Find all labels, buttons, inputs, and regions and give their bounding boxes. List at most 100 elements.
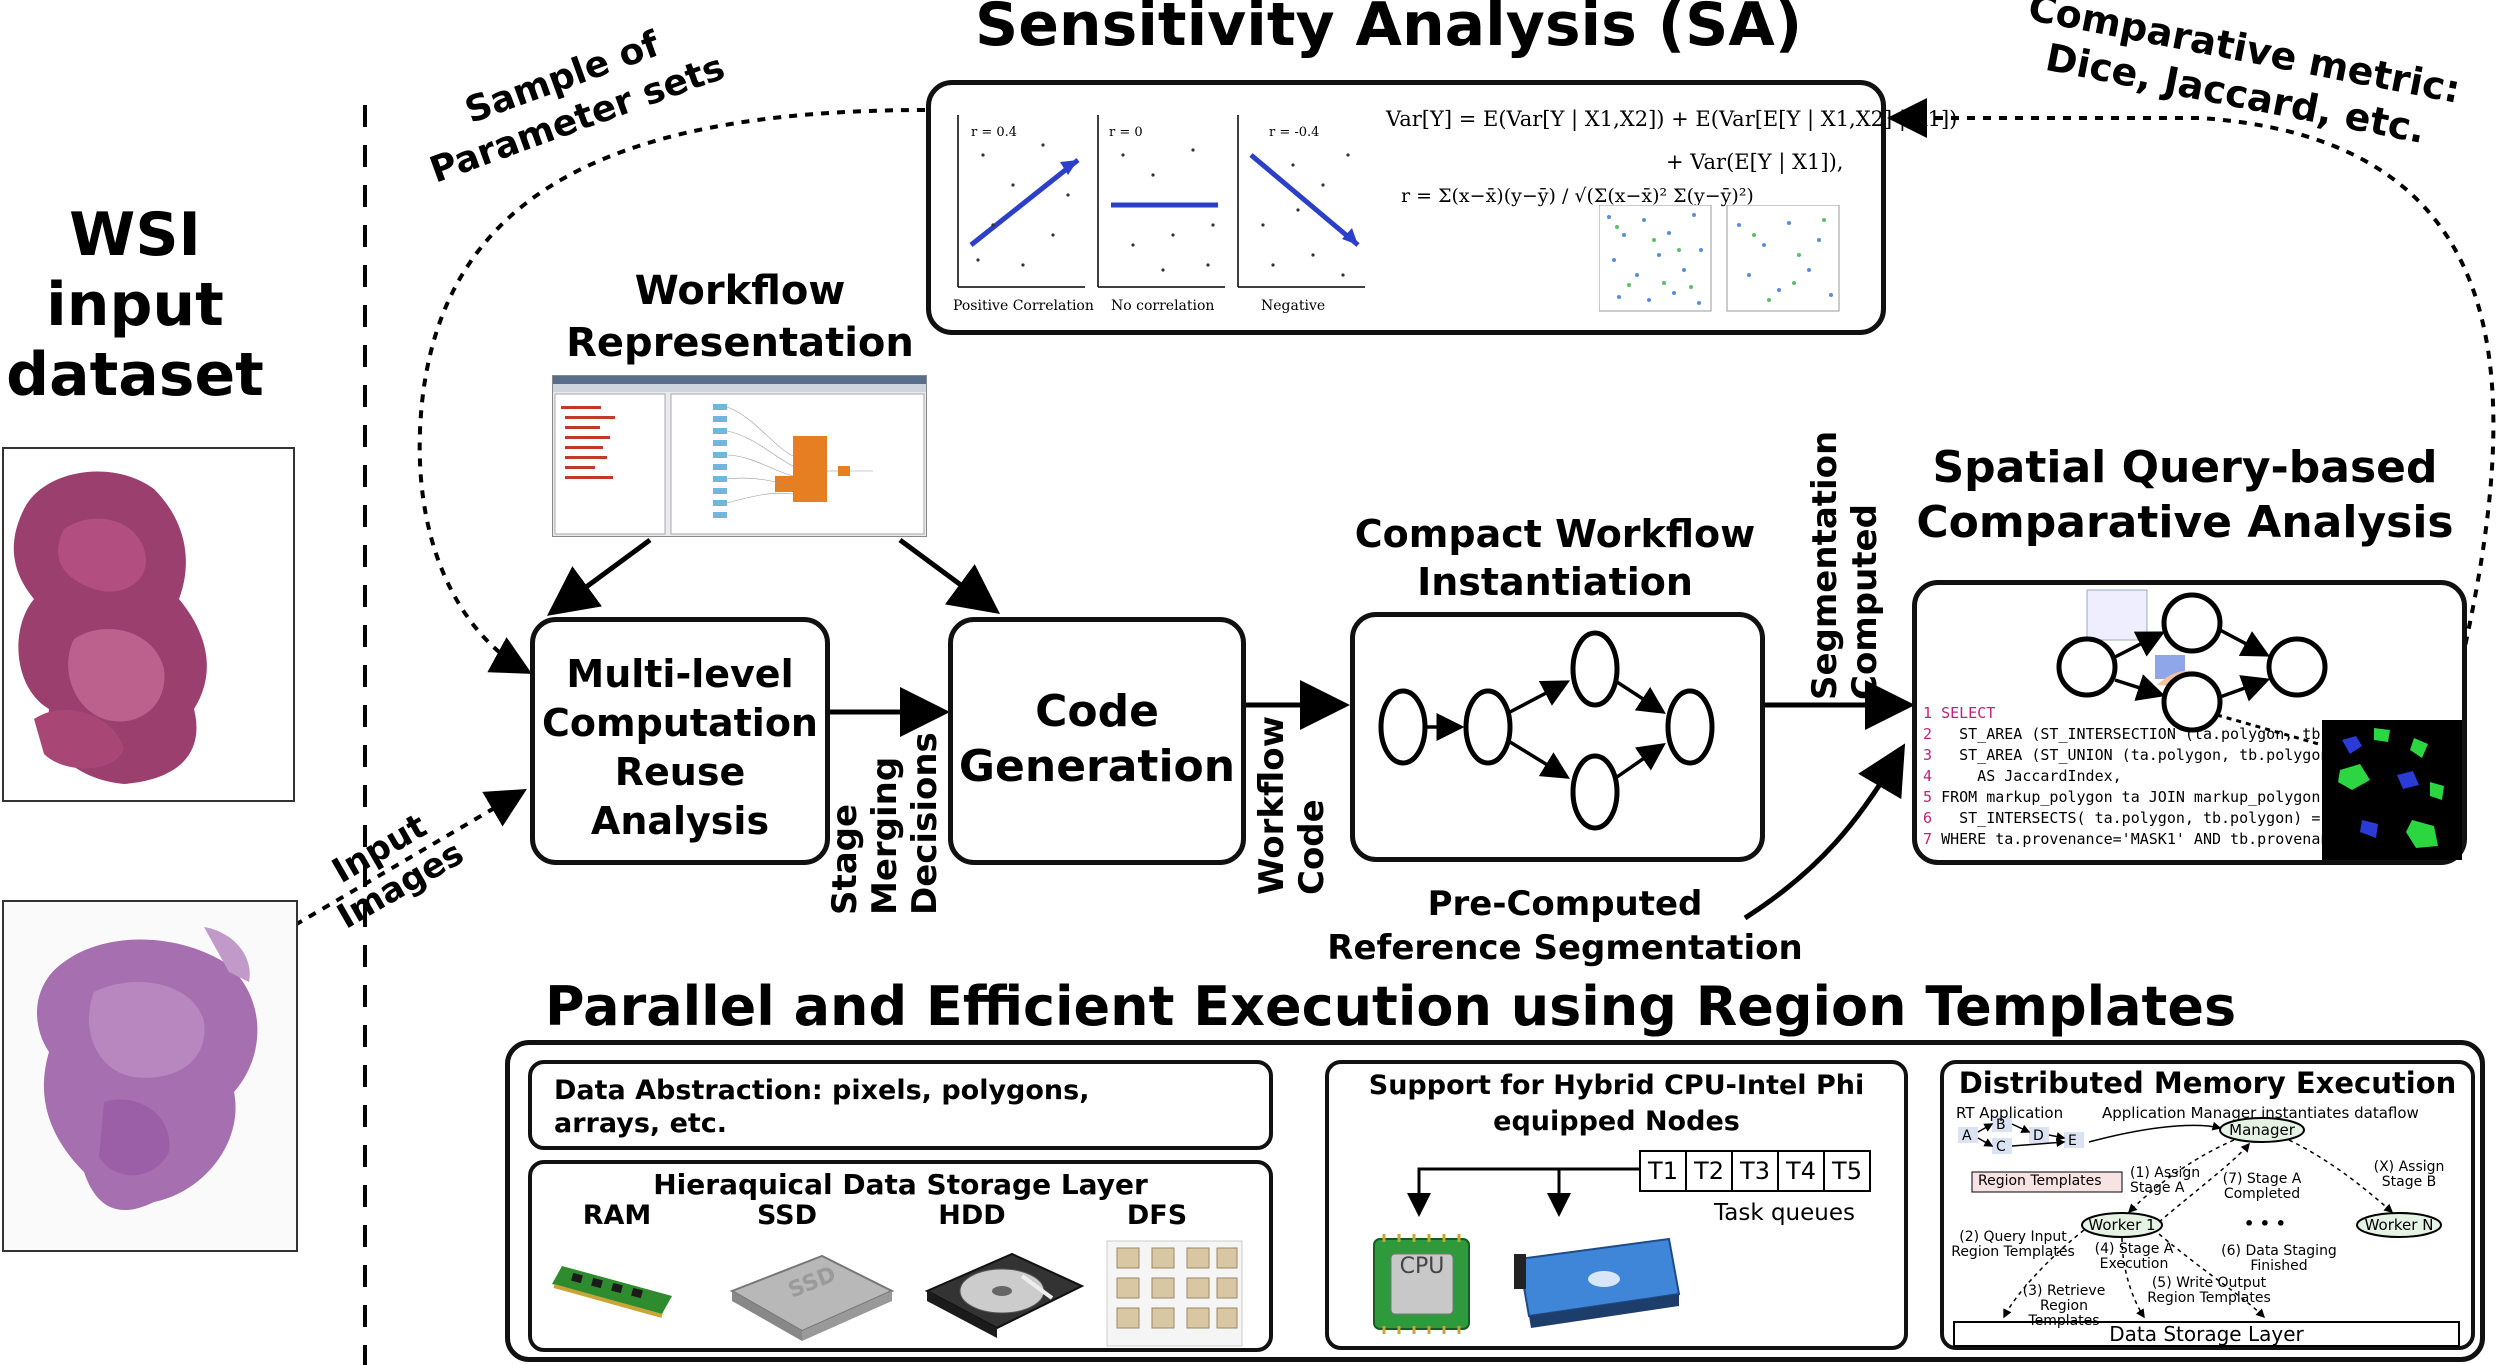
plot-caption: Positive Correlation (953, 298, 1094, 314)
compact-title-line: Compact Workflow (1354, 512, 1756, 556)
assign-a-line: Stage A (2130, 1180, 2185, 1196)
sql-line-number: 7 (1923, 830, 1933, 848)
multi-level-box: Multi-level Computation Reuse Analysis (530, 617, 830, 865)
stage-merging-label: Stage Merging Decisions (825, 715, 1025, 915)
sql-line: 6 ST_INTERSECTS( ta.polygon, tb.polygon)… (1923, 808, 2366, 829)
plot-r-label: r = -0.4 (1269, 125, 1320, 140)
query-input-line: Region Templates (1951, 1244, 2075, 1260)
precomputed-label: Pre-Computed Reference Segmentation (1300, 882, 1830, 970)
app-node-label: A (1962, 1128, 1972, 1144)
completed-line: Completed (2223, 1186, 2301, 1202)
query-input-label: (2) Query Input Region Templates (1948, 1230, 2078, 1260)
storage-item-label: DFS (1126, 1200, 1188, 1231)
storage-title: Hieraquical Data Storage Layer (653, 1168, 1148, 1201)
rt-application-label: RT Application (1956, 1104, 2064, 1122)
data-storage-layer-label: Data Storage Layer (2109, 1322, 2304, 1346)
sql-line-number: 6 (1923, 809, 1933, 827)
app-manager-label: Application Manager instantiates dataflo… (2102, 1104, 2419, 1122)
storage-item-label: RAM (582, 1200, 652, 1231)
sql-line: 3 ST_AREA (ST_UNION (ta.polygon, tb.poly… (1923, 745, 2347, 766)
dist-title: Distributed Memory Execution (1958, 1066, 2457, 1100)
retrieve-line: (3) Retrieve (2022, 1283, 2106, 1299)
sql-query: 1 SELECT 2 ST_AREA (ST_INTERSECTION (ta.… (1923, 703, 2429, 850)
app-node-label: D (2033, 1128, 2044, 1144)
assign-b-line: (X) Assign (2373, 1159, 2445, 1175)
precomputed-line: Pre-Computed (1427, 884, 1703, 924)
sql-line-text: AS JaccardIndex, (1941, 767, 2122, 785)
data-abstraction-line: arrays, etc. (554, 1108, 728, 1139)
sql-line: 2 ST_AREA (ST_INTERSECTION (ta.polygon, … (1923, 724, 2420, 745)
hdd-icon (924, 1252, 1085, 1338)
hybrid-title-line: equipped Nodes (1493, 1106, 1740, 1137)
dfs-icon (1106, 1240, 1243, 1347)
workflow-code-label: Workflow Code (1252, 715, 1402, 905)
sql-line-text: FROM markup_polygon ta JOIN markup_polyg… (1941, 788, 2375, 806)
sa-title: Sensitivity Analysis (SA) (975, 0, 1803, 60)
app-node-label: E (2068, 1133, 2077, 1149)
assign-stage-a-label: (1) Assign Stage A (2130, 1166, 2200, 1196)
multi-level-line: Computation (541, 701, 818, 745)
workflow-to-multilevel-arrow (546, 537, 652, 616)
storage-layer-box: Hieraquical Data Storage Layer RAM SSD H… (528, 1160, 1273, 1352)
completed-line: (7) Stage A (2222, 1171, 2302, 1187)
sql-line-text: SELECT (1941, 704, 1996, 722)
compact-workflow-box (1350, 612, 1765, 862)
region-templates-label: Region Templates (1978, 1173, 2102, 1189)
write-out-line: (5) Write Output (2151, 1275, 2267, 1291)
write-out-line: Region Templates (2147, 1290, 2271, 1306)
distributed-memory-box: Distributed Memory Execution RT Applicat… (1940, 1060, 2475, 1350)
multi-level-line: Reuse (614, 750, 746, 794)
stage-exec-line: (4) Stage A (2094, 1241, 2174, 1257)
wsi-title-line: WSI (69, 200, 201, 270)
wsi-title: WSI input dataset (0, 200, 270, 410)
query-input-line: (2) Query Input (1959, 1229, 2067, 1245)
spatial-title: Spatial Query-based Comparative Analysis (1880, 440, 2490, 550)
app-node-label: C (1996, 1139, 2006, 1155)
stage-merging-line: Merging (865, 756, 905, 915)
variance-formula-cont: + Var(E[Y | X1]), (1666, 150, 1844, 174)
worker-n-label: Worker N (2364, 1216, 2434, 1234)
assign-a-line: (1) Assign (2130, 1165, 2201, 1181)
cpu-icon (1373, 1234, 1470, 1334)
sa-box: r = 0.4 r = 0 r = -0.4 Positive Correlat… (926, 80, 1957, 335)
hybrid-title: Support for Hybrid CPU-Intel Phi equippe… (1329, 1068, 1904, 1140)
storage-item-label: SSD (756, 1200, 818, 1231)
hybrid-nodes-box: Support for Hybrid CPU-Intel Phi equippe… (1325, 1060, 1908, 1350)
comparative-metric-arrow (1887, 98, 2496, 661)
workflow-code-line: Workflow (1252, 716, 1292, 895)
segmentation-computed-line: Segmentation (1805, 430, 1845, 700)
plot-caption: No correlation (1111, 298, 1215, 314)
sql-line: 1 SELECT (1923, 703, 2343, 724)
segmentation-computed-line: Computed (1845, 504, 1885, 700)
parallel-box: Data Abstraction: pixels, polygons, arra… (505, 1040, 2485, 1362)
stage-completed-label: (7) Stage A Completed (2212, 1172, 2312, 1202)
sql-line: 7 WHERE ta.provenance='MASK1' AND tb.pro… (1923, 829, 2429, 850)
sql-line: 5 FROM markup_polygon ta JOIN markup_pol… (1923, 787, 2375, 808)
workflow-code-line: Code (1292, 799, 1332, 895)
plot-r-label: r = 0 (1109, 125, 1143, 140)
assign-stage-b-label: (X) Assign Stage B (2354, 1160, 2464, 1190)
sql-line-number: 5 (1923, 788, 1933, 806)
workflow-to-codegen-arrow (898, 537, 1001, 614)
hybrid-title-line: Support for Hybrid CPU-Intel Phi (1368, 1070, 1865, 1101)
wsi-title-line: dataset (6, 340, 264, 410)
hybrid-hardware-illustration (1373, 1167, 1681, 1334)
compact-title-line: Instantiation (1417, 560, 1693, 604)
sa-mask-thumbnails (1599, 205, 1840, 312)
data-abstraction-box: Data Abstraction: pixels, polygons, arra… (528, 1060, 1273, 1150)
data-abstraction-line: Data Abstraction: pixels, polygons, (554, 1075, 1090, 1106)
workflow-rep-title-line: Representation (566, 320, 914, 366)
assign-b-line: Stage B (2381, 1174, 2437, 1190)
app-node-label: B (1996, 1117, 2006, 1133)
sql-line: 4 AS JaccardIndex, (1923, 766, 2343, 787)
stage-merging-line: Decisions (905, 732, 945, 915)
precomputed-line: Reference Segmentation (1327, 928, 1803, 968)
wsi-image-1 (2, 447, 295, 802)
spatial-query-box: 1 SELECT 2 ST_AREA (ST_INTERSECTION (ta.… (1912, 580, 2467, 865)
sql-line-number: 4 (1923, 767, 1933, 785)
sa-correlation-plots (957, 115, 1365, 288)
storage-devices-illustration: SSD (552, 1240, 1243, 1347)
segmentation-computed-label: Segmentation Computed (1805, 430, 1925, 700)
stage-exec-line: Execution (2099, 1256, 2169, 1272)
staging-line: (6) Data Staging (2221, 1243, 2337, 1259)
